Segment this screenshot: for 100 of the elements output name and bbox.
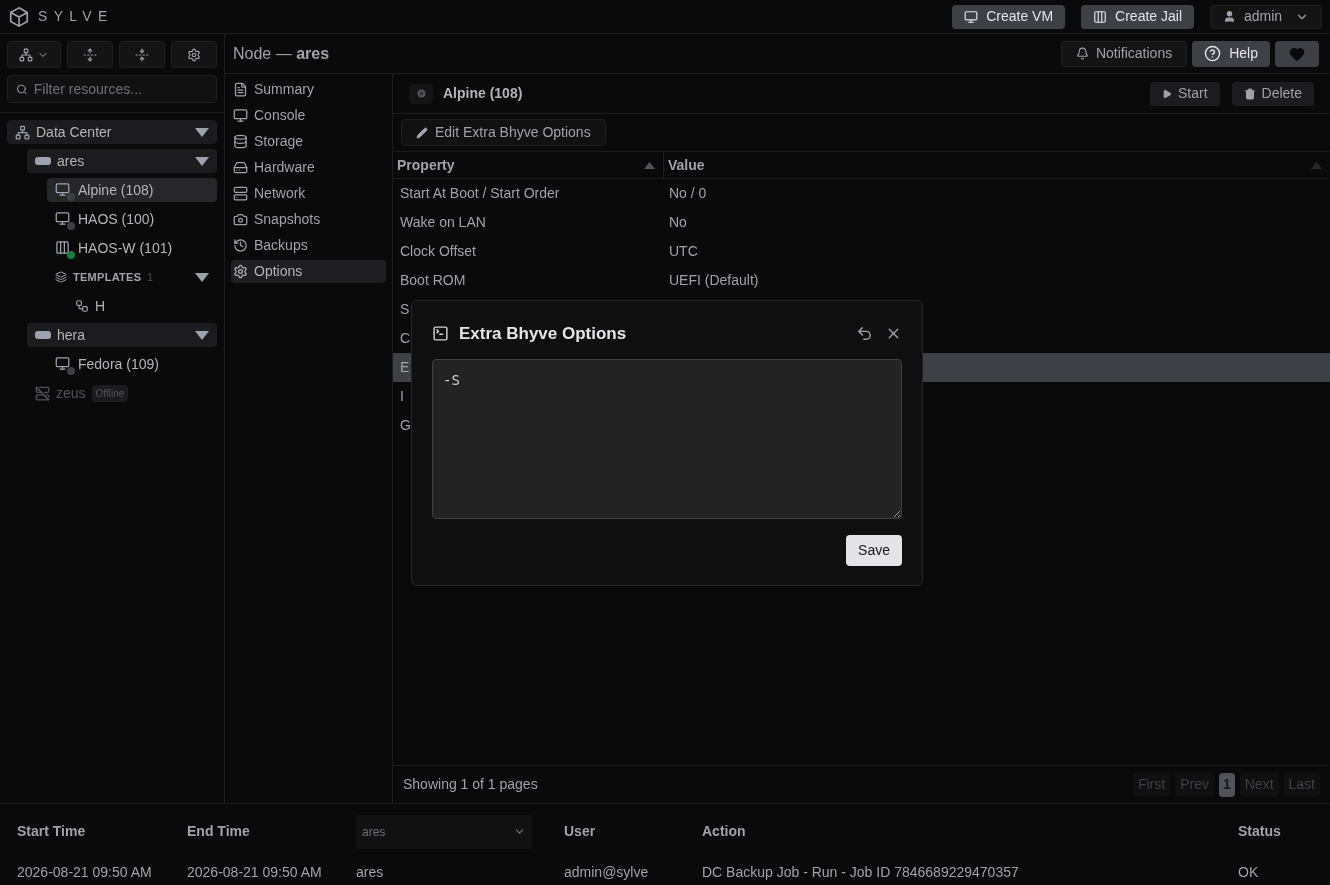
table-cell-text: Start At Boot / Start Order xyxy=(400,184,561,203)
help-button[interactable]: Help xyxy=(1192,40,1270,67)
table-cell-text: S xyxy=(400,300,410,319)
create-button[interactable]: Create VM xyxy=(952,4,1066,29)
table-cell-text: No xyxy=(669,213,687,232)
nav-item[interactable]: Hardware xyxy=(231,156,386,179)
tree-label: HAOS-W (101) xyxy=(78,238,173,258)
reset-icon[interactable] xyxy=(856,325,873,343)
container-icon xyxy=(1093,9,1108,24)
breadcrumb: Node — ares xyxy=(233,43,330,64)
brand-name: SYLVE xyxy=(38,7,114,26)
options-field[interactable]: -S xyxy=(432,358,902,519)
search-box[interactable]: Filter resources... xyxy=(7,75,217,103)
table-cell-text: I xyxy=(400,387,404,406)
tree-item[interactable]: H xyxy=(67,294,217,318)
column-header[interactable]: Value xyxy=(664,152,1330,178)
table-row[interactable]: Clock Offset UTC xyxy=(393,237,1330,266)
tree-item[interactable]: Data Center xyxy=(7,120,217,144)
tree-item[interactable]: TEMPLATES 1 xyxy=(47,265,217,289)
template-icon xyxy=(75,299,89,313)
column-header: Start Time xyxy=(17,822,87,842)
table-cell-text: 2026-08-21 09:50 AM xyxy=(17,862,153,882)
sort-icon xyxy=(644,161,655,169)
nav-item[interactable]: Storage xyxy=(231,130,386,153)
node-select[interactable]: ares xyxy=(356,814,532,849)
search-field[interactable]: Filter resources... xyxy=(33,78,208,100)
table-row[interactable]: Boot ROM UEFI (Default) xyxy=(393,266,1330,295)
tree-item[interactable]: Fedora (109) xyxy=(47,352,217,376)
nav-item[interactable]: Summary xyxy=(231,78,386,101)
expand-icon xyxy=(83,47,97,62)
caret-icon[interactable] xyxy=(195,127,209,137)
save-button[interactable]: Save xyxy=(846,534,902,566)
table-cell-text: Clock Offset xyxy=(400,242,477,261)
nav-item[interactable]: Options xyxy=(231,260,386,283)
edit-button[interactable]: Edit Extra Bhyve Options xyxy=(401,119,606,146)
nav-item[interactable]: Backups xyxy=(231,234,386,257)
server-icon xyxy=(35,330,51,340)
offline-badge: Offline xyxy=(91,384,129,402)
nav-item[interactable]: Snapshots xyxy=(231,208,386,231)
tree-label: zeus xyxy=(56,383,86,403)
collapse-all-button[interactable] xyxy=(119,41,165,68)
settings-button[interactable] xyxy=(171,41,217,68)
column-header: Status xyxy=(1238,822,1282,842)
search-icon xyxy=(16,82,28,96)
notifications-button[interactable]: Notifications xyxy=(1060,40,1188,67)
tree-item[interactable]: ares xyxy=(27,149,217,173)
stopped-icon xyxy=(415,88,427,99)
tree-label: HAOS (100) xyxy=(78,209,155,229)
database-icon xyxy=(233,134,248,149)
tree-label: hera xyxy=(57,325,86,345)
tree-view-button[interactable] xyxy=(7,41,61,68)
table-cell-text: admin@sylve xyxy=(564,862,650,882)
pencil-icon xyxy=(416,126,428,139)
server-icon xyxy=(35,156,51,166)
terminal-icon xyxy=(432,325,449,343)
heart-icon xyxy=(1289,45,1305,62)
tree-item[interactable]: HAOS (100) xyxy=(47,207,217,231)
collapse-icon xyxy=(135,47,149,62)
table-cell-text: E xyxy=(400,358,410,377)
table-cell-text: Wake on LAN xyxy=(400,213,487,232)
column-header: User xyxy=(564,822,597,842)
table-row[interactable]: Start At Boot / Start Order No / 0 xyxy=(393,179,1330,208)
tree-label: H xyxy=(95,296,106,316)
delete-button[interactable]: Delete xyxy=(1231,81,1314,106)
gear-icon xyxy=(233,264,248,279)
caret-icon[interactable] xyxy=(195,330,209,340)
settings-icon xyxy=(187,47,201,62)
tree-item[interactable]: hera xyxy=(27,323,217,347)
table-cell-text: UEFI (Default) xyxy=(669,271,759,290)
cube-logo-icon xyxy=(8,5,30,28)
tree-label: Alpine (108) xyxy=(78,180,154,200)
table-cell-text: 2026-08-21 09:50 AM xyxy=(187,862,323,882)
table-cell-text: OK xyxy=(1238,862,1260,882)
column-header[interactable]: Property xyxy=(393,152,664,178)
table-cell-text: UTC xyxy=(669,242,698,261)
column-header: Action xyxy=(702,822,747,842)
nav-item[interactable]: Network xyxy=(231,182,386,205)
column-header: End Time xyxy=(187,822,251,842)
vm-title: Alpine (108) xyxy=(409,83,523,104)
section-label: TEMPLATES xyxy=(73,269,142,285)
user-menu[interactable]: admin xyxy=(1210,4,1322,29)
page-summary: Showing 1 of 1 pages xyxy=(403,775,538,794)
layers-icon xyxy=(55,271,67,283)
nav-item[interactable]: Console xyxy=(231,104,386,127)
bell-icon xyxy=(1075,47,1089,60)
expand-all-button[interactable] xyxy=(67,41,113,68)
server-off-icon xyxy=(35,385,50,401)
caret-icon[interactable] xyxy=(195,272,209,282)
sort-icon xyxy=(1311,161,1322,169)
create-button[interactable]: Create Jail xyxy=(1081,4,1194,29)
file-icon xyxy=(233,82,248,97)
caret-icon[interactable] xyxy=(195,156,209,166)
table-cell-text: No / 0 xyxy=(669,184,707,203)
tree-item[interactable]: HAOS-W (101) xyxy=(47,236,217,260)
start-button[interactable]: Start xyxy=(1149,81,1220,106)
monitor-icon xyxy=(964,9,979,24)
history-icon xyxy=(233,238,248,253)
camera-icon xyxy=(233,212,248,227)
tree-item[interactable]: Alpine (108) xyxy=(47,178,217,202)
table-row[interactable]: Wake on LAN No xyxy=(393,208,1330,237)
